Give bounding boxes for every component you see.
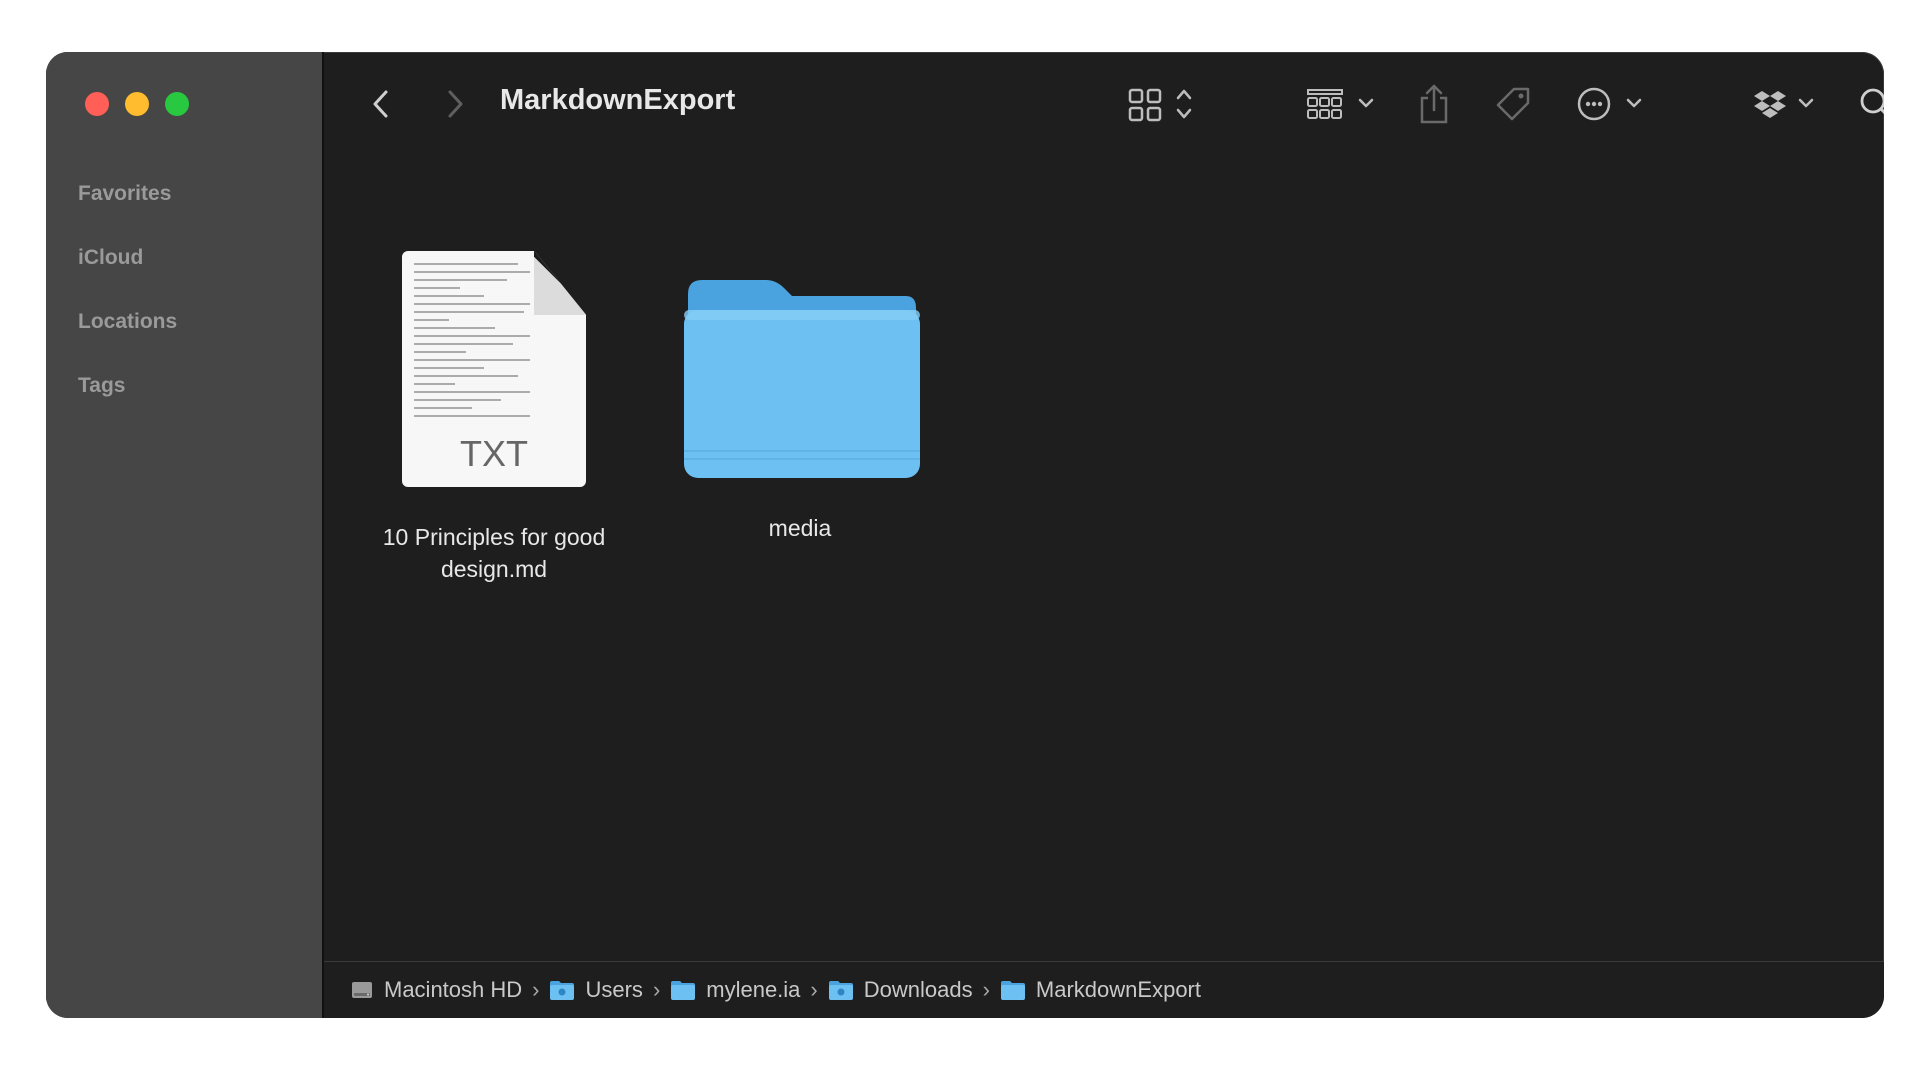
view-mode-button[interactable] xyxy=(1126,82,1202,126)
sidebar: Favorites iCloud Locations Tags xyxy=(46,52,324,1018)
path-item-users[interactable]: Users xyxy=(549,977,643,1003)
sidebar-section-icloud[interactable]: iCloud xyxy=(78,226,177,290)
sidebar-section-locations[interactable]: Locations xyxy=(78,290,177,354)
folder-name: media xyxy=(768,515,832,541)
tag-icon xyxy=(1496,87,1530,121)
dropbox-button[interactable] xyxy=(1750,82,1822,126)
maximize-button[interactable] xyxy=(165,92,189,116)
path-separator: › xyxy=(810,977,818,1002)
text-document-icon: TXT xyxy=(402,251,586,487)
path-bar: Macintosh HD › Users › mylene.ia › Downl… xyxy=(324,961,1884,1018)
group-icon xyxy=(1307,89,1374,119)
toolbar: MarkdownExport xyxy=(324,52,1884,156)
path-item-label: mylene.ia xyxy=(706,977,801,1002)
chevron-right-icon xyxy=(448,90,463,118)
page-fold xyxy=(534,251,586,315)
file-item-folder[interactable]: media xyxy=(660,274,940,544)
window-controls xyxy=(85,92,189,116)
window-title: MarkdownExport xyxy=(500,84,736,116)
path-separator: › xyxy=(532,977,540,1002)
close-button[interactable] xyxy=(85,92,109,116)
path-separator: › xyxy=(652,977,661,1002)
group-button[interactable] xyxy=(1304,82,1384,126)
path-item-user-home[interactable]: mylene.ia xyxy=(670,977,800,1003)
sidebar-section-tags[interactable]: Tags xyxy=(78,354,177,418)
folder-icon xyxy=(1000,981,1025,1000)
forward-button[interactable] xyxy=(440,82,470,126)
path-item-label: MarkdownExport xyxy=(1035,977,1201,1002)
search-icon xyxy=(1860,88,1884,115)
folder-icon xyxy=(684,280,920,478)
grid-view-icon xyxy=(1128,88,1192,122)
path-item-markdownexport[interactable]: MarkdownExport xyxy=(1000,977,1201,1003)
chevron-left-icon xyxy=(373,90,388,118)
minimize-button[interactable] xyxy=(125,92,149,116)
share-icon xyxy=(1420,84,1448,124)
main-pane: MarkdownExport TXT 10 Principles for goo… xyxy=(324,52,1884,1018)
sidebar-sections: Favorites iCloud Locations Tags xyxy=(78,162,177,418)
sidebar-section-favorites[interactable]: Favorites xyxy=(78,162,177,226)
more-actions-button[interactable] xyxy=(1576,82,1652,126)
path-separator: › xyxy=(982,977,990,1002)
dropbox-icon xyxy=(1754,91,1814,118)
file-grid: TXT 10 Principles for good design.md med… xyxy=(324,156,1884,962)
folder-icon xyxy=(828,981,853,1000)
search-button[interactable] xyxy=(1856,82,1884,126)
finder-window: Favorites iCloud Locations Tags Markdown… xyxy=(46,52,1884,1018)
share-button[interactable] xyxy=(1414,82,1454,126)
file-item-document[interactable]: TXT 10 Principles for good design.md xyxy=(354,251,634,585)
document-preview-lines xyxy=(414,263,530,423)
path-item-label: Downloads xyxy=(863,977,973,1002)
file-type-badge: TXT xyxy=(460,433,528,474)
tag-button[interactable] xyxy=(1492,82,1534,126)
folder-icon xyxy=(671,981,696,1000)
path-item-label: Users xyxy=(585,977,643,1002)
path-item-macintosh-hd[interactable]: Macintosh HD xyxy=(350,977,522,1003)
file-name: 10 Principles for good design.md xyxy=(382,524,606,582)
disk-icon xyxy=(352,982,372,998)
path-item-label: Macintosh HD xyxy=(384,977,523,1002)
back-button[interactable] xyxy=(366,82,396,126)
more-icon xyxy=(1577,87,1642,121)
path-item-downloads[interactable]: Downloads xyxy=(828,977,973,1003)
folder-icon xyxy=(550,981,575,1000)
